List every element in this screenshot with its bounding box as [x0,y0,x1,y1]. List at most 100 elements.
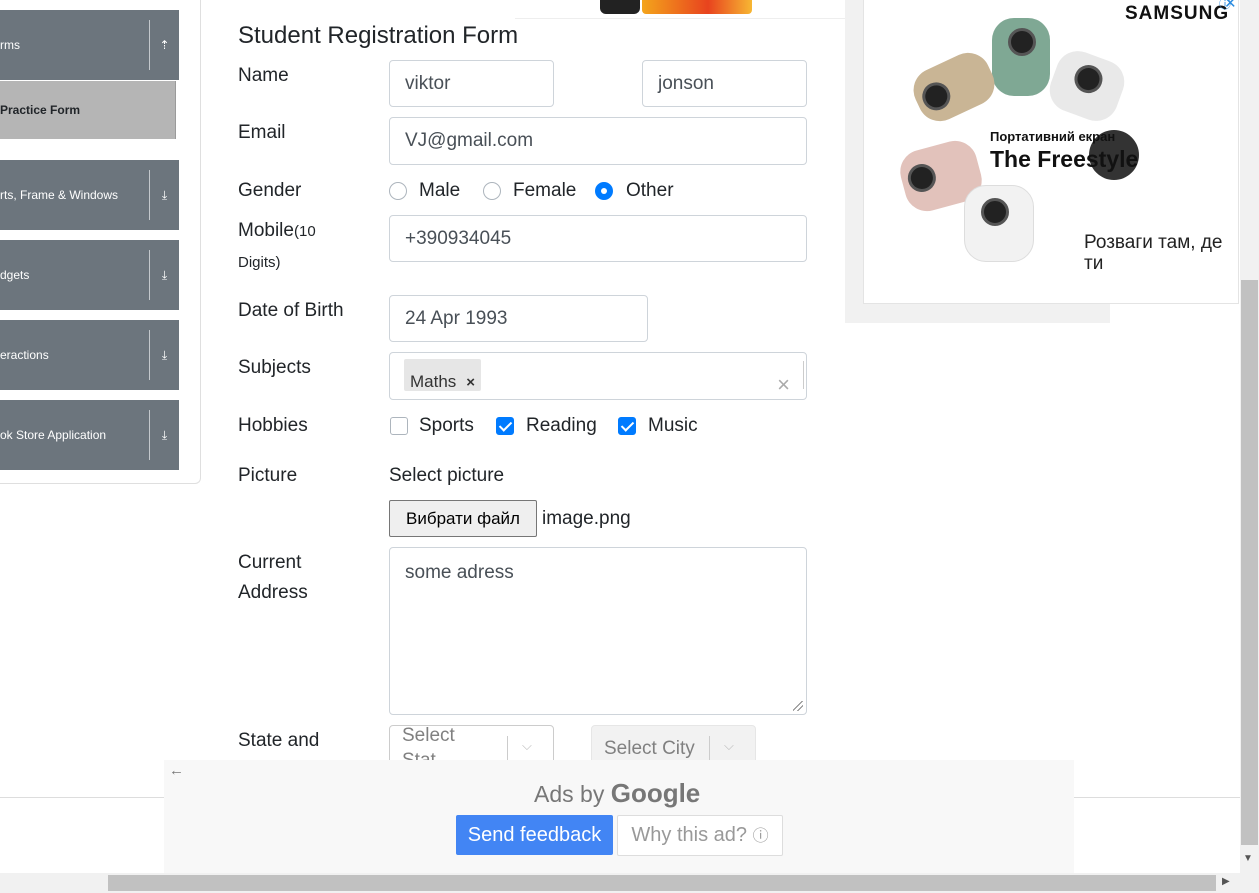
date-of-birth-input[interactable]: 24 Apr 1993 [389,295,648,342]
ad-product-image [642,0,752,14]
divider [709,736,710,762]
sidebar-group-label: eractions [0,348,49,362]
send-feedback-button[interactable]: Send feedback [456,815,613,855]
sidebar-group-forms[interactable]: rms ⇡ [0,10,179,80]
email-input[interactable]: VJ@gmail.com [389,117,807,165]
checkbox-checked[interactable] [496,417,514,435]
gender-radio-male[interactable]: Male [389,180,460,202]
download-arrow-icon[interactable]: ⤓ [150,320,179,390]
divider [507,736,508,762]
sidebar-group-alerts[interactable]: rts, Frame & Windows ⤓ [0,160,179,230]
dob-value: 24 Apr 1993 [405,308,508,329]
sidebar-group-interactions[interactable]: eractions ⤓ [0,320,179,390]
first-name-value: viktor [405,73,451,94]
remove-chip-icon[interactable]: × [466,360,475,405]
hobby-checkbox-sports[interactable]: Sports [389,415,474,437]
back-arrow-icon[interactable]: ← [169,762,184,779]
divider [515,18,845,19]
mobile-value: +390934045 [405,228,512,249]
chevron-up-icon[interactable]: ⇡ [150,10,179,80]
vertical-scrollbar[interactable]: ▼ [1240,0,1259,873]
dob-label: Date of Birth [238,300,344,321]
gender-radio-female[interactable]: Female [483,180,576,202]
info-icon: ⓘ [752,828,769,845]
ad-line-1: Портативний екран [990,129,1116,144]
scrollbar-thumb[interactable] [108,875,1216,891]
ad-line-3: Розваги там, де ти [1084,232,1223,274]
radio-button[interactable] [483,182,501,200]
why-this-ad-button[interactable]: Why this ad? ⓘ [617,815,783,856]
radio-button[interactable] [389,182,407,200]
subject-chip: Maths × [404,359,482,391]
last-name-value: jonson [658,73,714,94]
projector-image [964,185,1034,262]
email-label: Email [238,122,286,143]
lens [981,198,1009,226]
name-label: Name [238,65,289,86]
resize-handle-icon[interactable] [793,701,803,711]
horizontal-scrollbar[interactable]: ▶ [0,873,1259,893]
sidebar-item-label: Practice Form [0,103,81,117]
why-this-ad-label: Why this ad? [631,824,748,846]
chevron-down-icon[interactable]: ⌵ [724,738,734,754]
top-banner-ad[interactable] [600,0,752,14]
clear-icon[interactable]: × [777,362,790,407]
sidebar-group-label: ok Store Application [0,428,107,442]
lens [904,160,940,196]
address-label-2: Address [238,582,308,603]
checkbox[interactable] [390,417,408,435]
radio-button-selected[interactable] [595,182,613,200]
ads-by-google: Ads by Google [534,778,700,809]
subject-chip-label: Maths [410,372,457,391]
projector-image [992,18,1050,96]
hobby-checkbox-reading[interactable]: Reading [495,415,597,437]
hobbies-label: Hobbies [238,415,308,436]
scroll-right-arrow-icon[interactable]: ▶ [1222,876,1230,887]
checkbox-checked[interactable] [618,417,636,435]
ad-product-image [600,0,640,14]
ad-line-2: The Freestyle [990,146,1139,172]
checkbox-label: Sports [419,415,474,436]
select-picture-caption: Select picture [389,465,505,486]
chevron-down-icon[interactable]: ⌵ [522,738,532,754]
download-arrow-icon[interactable]: ⤓ [150,240,179,310]
google-ad-panel: ← Ads by Google Send feedback Why this a… [164,760,1074,873]
last-name-input[interactable]: jonson [642,60,807,107]
checkbox-label: Music [648,415,698,436]
address-value: some adress [405,562,514,583]
google-logo: Google [610,778,701,808]
sidebar-group-label: rms [0,38,20,52]
lens [917,77,955,115]
hobby-checkbox-music[interactable]: Music [617,415,698,437]
mobile-input[interactable]: +390934045 [389,215,807,262]
city-placeholder: Select City [604,738,695,759]
sidebar-group-widgets[interactable]: dgets ⤓ [0,240,179,310]
gender-radio-other[interactable]: Other [595,180,674,202]
scroll-down-arrow-icon[interactable]: ▼ [1243,853,1253,864]
subjects-input[interactable]: Maths × × [389,352,807,400]
lens [1008,28,1036,56]
download-arrow-icon[interactable]: ⤓ [150,400,179,470]
picture-label: Picture [238,465,298,486]
page-title: Student Registration Form [238,22,519,49]
scrollbar-thumb[interactable] [1241,280,1258,845]
sidebar-item-practice-form[interactable]: Practice Form [0,81,176,139]
sidebar-group-book-store[interactable]: ok Store Application ⤓ [0,400,179,470]
samsung-ad[interactable]: SAMSUNG ⓘ ✕ Портативний екран The Freest… [863,0,1239,304]
radio-label: Female [513,180,577,201]
checkbox-label: Reading [526,415,597,436]
choose-file-button[interactable]: Вибрати файл [389,500,537,537]
ads-by-text: Ads by [534,781,605,807]
download-arrow-icon[interactable]: ⤓ [150,160,179,230]
ad-brand: SAMSUNG [1125,3,1230,24]
state-city-label: State and [238,730,320,751]
current-address-textarea[interactable]: some adress [389,547,807,715]
first-name-input[interactable]: viktor [389,60,554,107]
sidebar-group-label: dgets [0,268,30,282]
radio-label: Male [419,180,461,201]
projector-image [906,45,1002,129]
file-name: image.png [542,508,631,529]
radio-label: Other [626,180,674,201]
mobile-hint-digits: Digits) [238,254,281,271]
ad-close-icon[interactable]: ✕ [1224,0,1237,12]
